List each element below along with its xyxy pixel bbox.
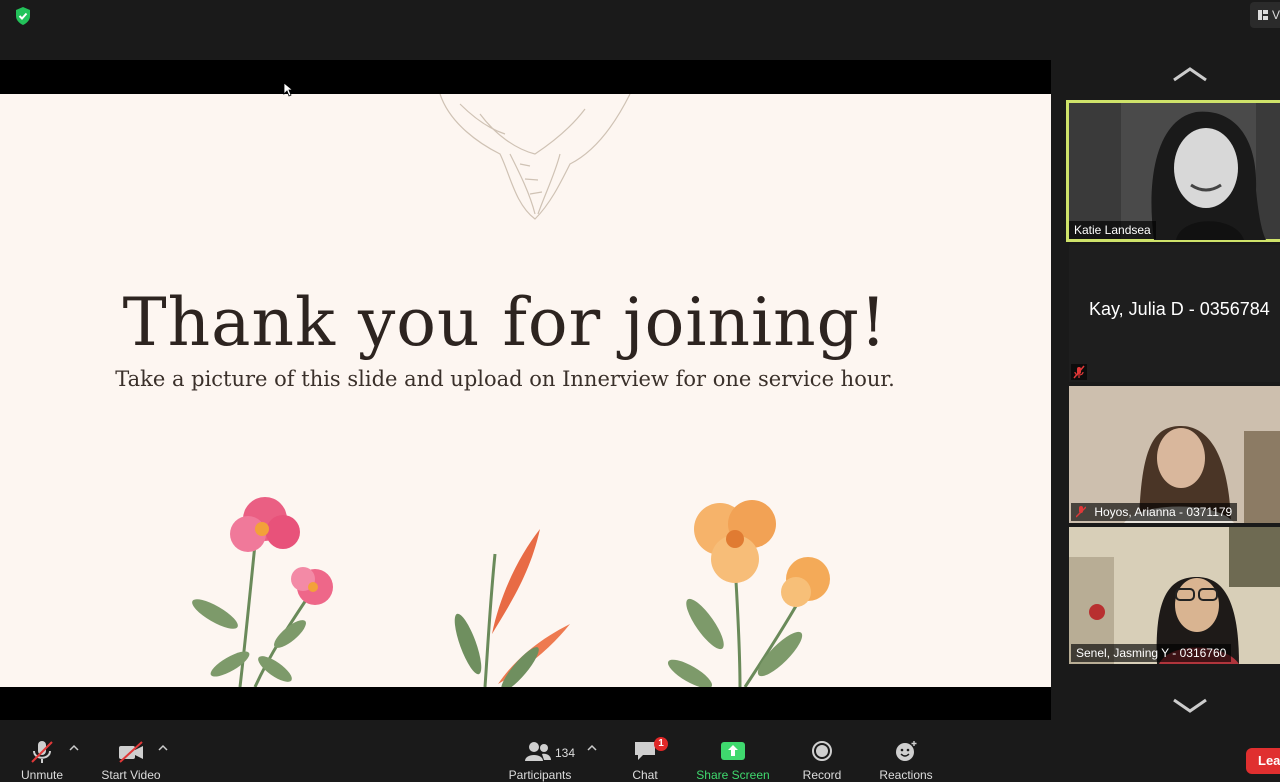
chat-button[interactable]: 1 Chat	[622, 720, 668, 782]
gallery-view-icon	[1258, 10, 1268, 20]
muted-microphone-icon	[31, 741, 53, 763]
leave-button[interactable]: Lea	[1246, 748, 1280, 774]
reactions-button[interactable]: Reactions	[873, 720, 939, 782]
video-tile-hoyos-arianna[interactable]: Hoyos, Arianna - 0371179	[1069, 386, 1280, 523]
chat-unread-badge: 1	[654, 737, 668, 751]
participant-name-display: Kay, Julia D - 0356784	[1089, 299, 1270, 319]
participant-name: Senel, Jasming Y - 0316760	[1076, 646, 1227, 660]
video-tile-kay-julia[interactable]: Kay, Julia D - 0356784	[1069, 245, 1280, 382]
scroll-up-chevron-icon[interactable]	[1170, 64, 1210, 84]
top-bar: V	[0, 0, 1280, 60]
audio-options-caret-icon[interactable]	[69, 744, 79, 752]
view-button[interactable]: V	[1250, 2, 1280, 28]
scroll-down-chevron-icon[interactable]	[1170, 696, 1210, 716]
participants-count: 134	[555, 746, 576, 760]
security-shield-icon[interactable]	[12, 5, 34, 27]
share-screen-button[interactable]: Share Screen	[692, 720, 774, 782]
video-tile-senel-jasming[interactable]: Senel, Jasming Y - 0316760	[1069, 527, 1280, 664]
participant-name-tag: Senel, Jasming Y - 0316760	[1071, 644, 1232, 662]
slide-title: Thank you for joining!	[122, 284, 888, 361]
participant-name: Katie Landsea	[1074, 223, 1151, 237]
watercolor-flowers-illustration	[192, 497, 830, 687]
unmute-button[interactable]: Unmute	[12, 720, 72, 782]
flower-sketch-illustration	[439, 94, 631, 220]
video-tile-katie-landsea[interactable]: Katie Landsea	[1066, 100, 1280, 242]
participants-options-caret-icon[interactable]	[587, 744, 597, 752]
participants-icon	[525, 742, 551, 761]
slide-subtitle: Take a picture of this slide and upload …	[115, 367, 895, 391]
view-button-label: V	[1272, 8, 1280, 22]
video-off-icon	[119, 741, 143, 763]
participant-name-tag: Hoyos, Arianna - 0371179	[1071, 503, 1238, 521]
participant-name-tag: Katie Landsea	[1069, 221, 1156, 239]
muted-mic-icon	[1071, 364, 1087, 380]
video-options-caret-icon[interactable]	[158, 744, 168, 752]
mouse-cursor-icon	[283, 82, 293, 97]
shared-slide: Thank you for joining! Take a picture of…	[0, 94, 1051, 687]
start-video-button[interactable]: Start Video	[96, 720, 166, 782]
record-button[interactable]: Record	[797, 720, 847, 782]
record-icon	[812, 741, 832, 761]
participants-button[interactable]: 134 Participants	[503, 720, 577, 782]
smiley-reaction-icon	[896, 741, 917, 761]
muted-mic-icon	[1076, 506, 1086, 518]
participant-name: Hoyos, Arianna - 0371179	[1094, 505, 1233, 519]
meeting-toolbar: Unmute Start Video 134 Participants 1 Ch	[0, 720, 1280, 782]
share-screen-icon	[721, 742, 745, 760]
